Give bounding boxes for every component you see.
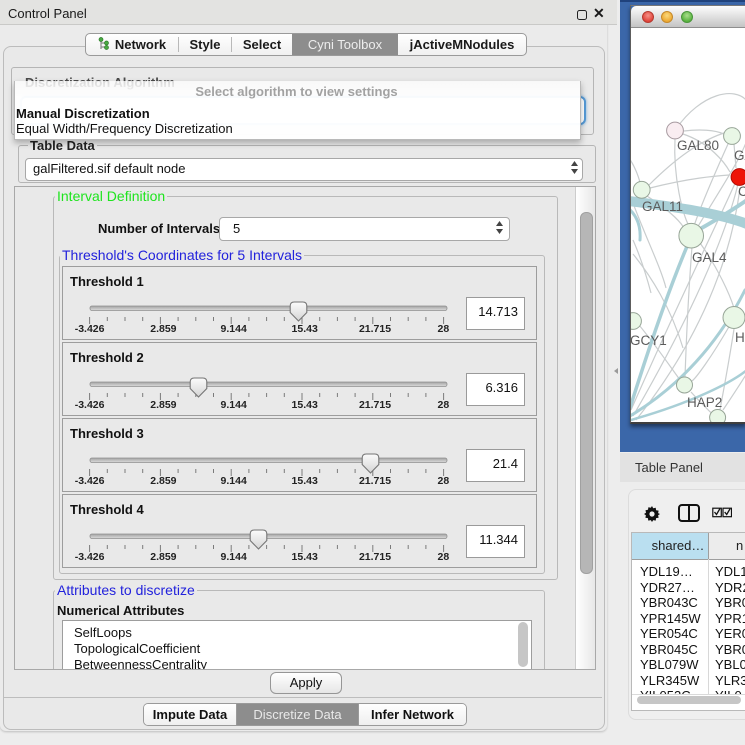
svg-text:21.715: 21.715: [359, 475, 391, 487]
svg-text:28: 28: [438, 551, 450, 563]
svg-text:28: 28: [438, 323, 450, 335]
svg-text:-3.426: -3.426: [75, 399, 105, 411]
svg-text:2.859: 2.859: [150, 475, 176, 487]
svg-text:2.859: 2.859: [150, 323, 176, 335]
svg-text:2.859: 2.859: [150, 399, 176, 411]
svg-text:15.43: 15.43: [292, 323, 318, 335]
svg-text:9.144: 9.144: [221, 475, 247, 487]
svg-text:GA: GA: [734, 148, 745, 163]
svg-text:GAL4: GAL4: [692, 250, 727, 265]
svg-text:28: 28: [438, 475, 450, 487]
svg-text:GAL11: GAL11: [642, 199, 683, 214]
svg-text:H: H: [735, 330, 745, 345]
svg-text:9.144: 9.144: [221, 323, 247, 335]
svg-text:-3.426: -3.426: [75, 475, 105, 487]
svg-text:GAL80: GAL80: [677, 138, 719, 153]
svg-text:-3.426: -3.426: [75, 551, 105, 563]
svg-text:21.715: 21.715: [359, 551, 391, 563]
svg-text:15.43: 15.43: [292, 551, 318, 563]
svg-text:GCY1: GCY1: [631, 333, 667, 348]
svg-text:21.715: 21.715: [359, 399, 391, 411]
svg-text:21.715: 21.715: [359, 323, 391, 335]
svg-text:9.144: 9.144: [221, 551, 247, 563]
svg-text:28: 28: [438, 399, 450, 411]
svg-text:-3.426: -3.426: [75, 323, 105, 335]
svg-text:15.43: 15.43: [292, 399, 318, 411]
svg-text:HAP2: HAP2: [687, 395, 722, 410]
svg-text:15.43: 15.43: [292, 475, 318, 487]
svg-text:C: C: [738, 184, 745, 199]
svg-text:9.144: 9.144: [221, 399, 247, 411]
svg-text:2.859: 2.859: [150, 551, 176, 563]
